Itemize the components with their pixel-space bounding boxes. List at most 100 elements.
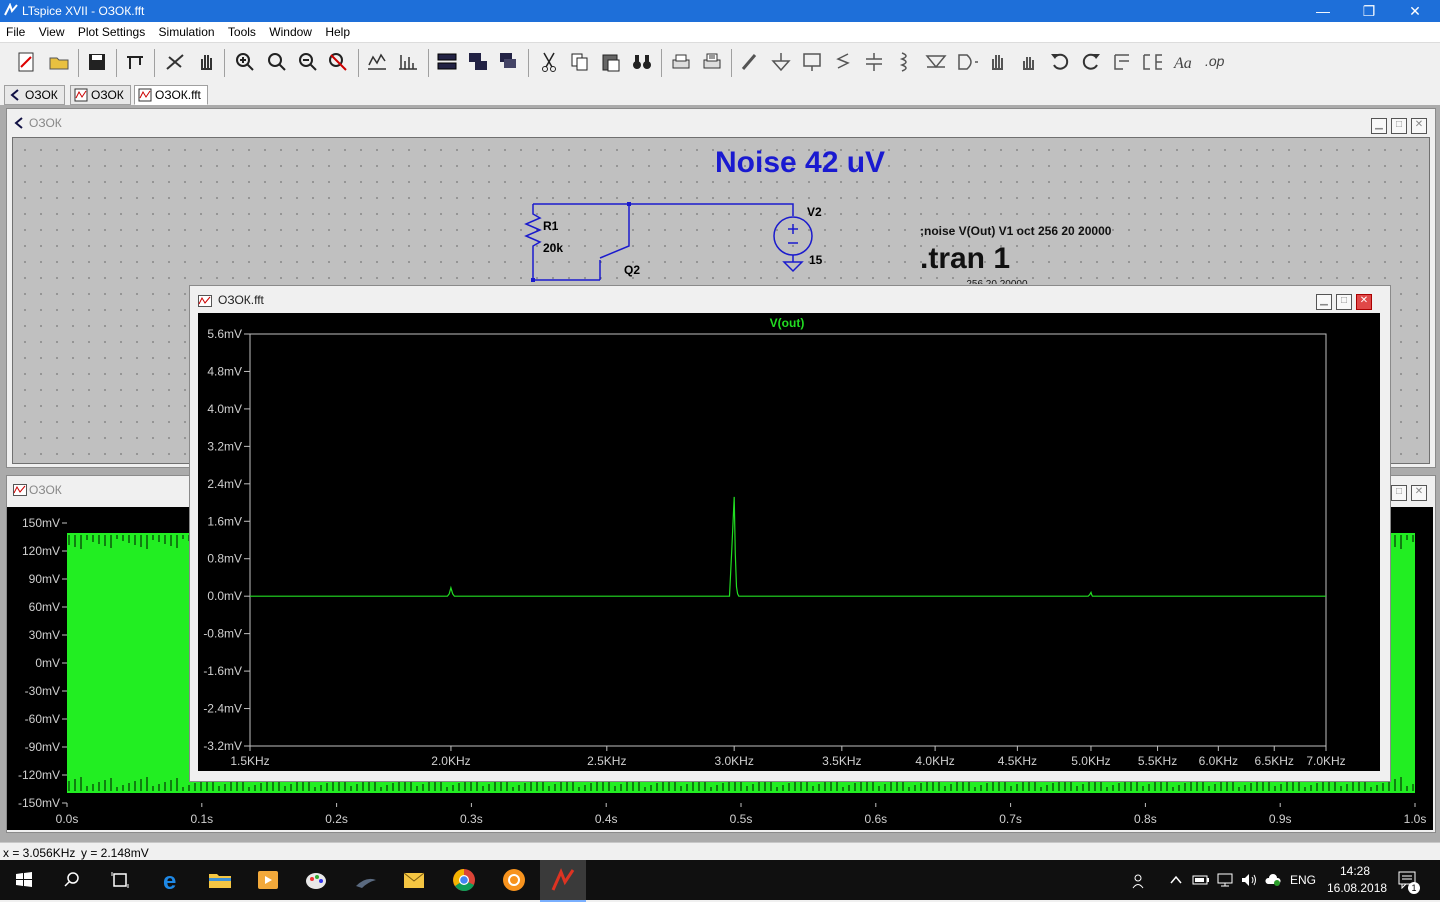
tab-waveform[interactable]: ОЗОК xyxy=(70,85,131,105)
menu-file[interactable]: File xyxy=(2,22,29,39)
zoom-out-icon[interactable] xyxy=(297,51,319,73)
v2-value[interactable]: 15 xyxy=(809,253,822,267)
pen-app-icon[interactable] xyxy=(352,866,380,894)
cloud-sync-icon[interactable] xyxy=(1264,872,1282,888)
autorange-icon[interactable] xyxy=(366,51,388,73)
redo-icon[interactable] xyxy=(1080,51,1102,73)
close-button[interactable]: ✕ xyxy=(1392,0,1438,22)
media-player-icon[interactable] xyxy=(254,866,282,894)
zoom-in-icon[interactable] xyxy=(234,51,256,73)
tran-directive[interactable]: .tran 1 xyxy=(920,242,1010,276)
component-icon[interactable] xyxy=(956,51,978,73)
fft-y-tick-label: 4.0mV xyxy=(207,402,242,416)
resistor-icon[interactable] xyxy=(832,51,854,73)
fft-icon[interactable] xyxy=(397,51,419,73)
schematic-window-titlebar: ОЗОК ▁ □ ✕ xyxy=(7,109,1435,135)
inductor-icon[interactable] xyxy=(894,51,916,73)
chevron-up-icon[interactable] xyxy=(1168,872,1184,888)
ground-icon[interactable] xyxy=(770,51,792,73)
v2-label[interactable]: V2 xyxy=(807,205,822,219)
text-icon[interactable]: Aa xyxy=(1173,51,1195,73)
zoom-area-icon[interactable] xyxy=(266,51,288,73)
run-icon[interactable] xyxy=(164,51,186,73)
cascade-icon[interactable] xyxy=(467,51,489,73)
open-folder-icon[interactable] xyxy=(48,51,70,73)
spice-directive-icon[interactable]: .op xyxy=(1204,51,1226,73)
menu-help[interactable]: Help xyxy=(321,22,354,39)
undo-icon[interactable] xyxy=(1049,51,1071,73)
clock-time[interactable]: 14:28 xyxy=(1340,864,1370,878)
r1-label[interactable]: R1 xyxy=(543,219,558,233)
copy-icon[interactable] xyxy=(569,51,591,73)
schematic-maximize-button[interactable]: □ xyxy=(1391,118,1407,134)
language-indicator[interactable]: ENG xyxy=(1290,873,1316,887)
menu-plot-settings[interactable]: Plot Settings xyxy=(74,22,149,39)
mirror-icon[interactable] xyxy=(1142,51,1164,73)
menu-tools[interactable]: Tools xyxy=(224,22,260,39)
move-hand-icon[interactable] xyxy=(987,51,1009,73)
fft-plot[interactable]: V(out) 5.6mV 4.8mV 4.0mV 3.2mV 2.4mV 1.6mV 0.8… xyxy=(198,313,1380,771)
edge-browser-icon[interactable]: e xyxy=(158,866,186,894)
fft-trace-title[interactable]: V(out) xyxy=(770,316,805,330)
file-explorer-icon[interactable] xyxy=(206,866,234,894)
capacitor-icon[interactable] xyxy=(863,51,885,73)
wave-y-tick-label: 0mV xyxy=(35,656,60,670)
new-schematic-icon[interactable] xyxy=(16,51,38,73)
tile-vertical-icon[interactable] xyxy=(498,51,520,73)
zoom-fit-icon[interactable] xyxy=(327,51,349,73)
battery-icon[interactable] xyxy=(1192,872,1210,888)
cut-icon[interactable] xyxy=(538,51,560,73)
fft-x-tick-label: 5.5KHz xyxy=(1138,754,1177,768)
fft-x-tick-label: 2.0KHz xyxy=(431,754,470,768)
minimize-button[interactable]: — xyxy=(1300,0,1346,22)
tile-horizontal-icon[interactable] xyxy=(436,51,458,73)
tab-schematic[interactable]: ОЗОК xyxy=(4,85,65,105)
fft-close-button[interactable]: ✕ xyxy=(1356,294,1372,310)
task-view-icon[interactable] xyxy=(106,866,134,894)
restore-button[interactable]: ❐ xyxy=(1346,0,1392,22)
people-icon[interactable] xyxy=(1130,872,1148,890)
find-binoculars-icon[interactable] xyxy=(631,51,653,73)
fft-maximize-button[interactable]: □ xyxy=(1336,294,1352,310)
paint-app-icon[interactable] xyxy=(302,866,330,894)
windows-start-icon[interactable] xyxy=(10,866,38,894)
noise-directive[interactable]: ;noise V(Out) V1 oct 256 20 20000 xyxy=(920,224,1111,238)
schematic-close-button[interactable]: ✕ xyxy=(1411,118,1427,134)
paste-icon[interactable] xyxy=(600,51,622,73)
mail-app-icon[interactable] xyxy=(400,866,428,894)
tab-label: ОЗОК xyxy=(25,88,58,102)
control-panel-icon[interactable] xyxy=(124,51,146,73)
pan-hand-icon[interactable] xyxy=(196,51,218,73)
r1-value[interactable]: 20k xyxy=(543,241,563,255)
menu-simulation[interactable]: Simulation xyxy=(155,22,219,39)
schematic-minimize-button[interactable]: ▁ xyxy=(1371,118,1387,134)
volume-icon[interactable] xyxy=(1240,872,1258,888)
wave-x-tick-label: 0.8s xyxy=(1134,812,1157,826)
save-icon[interactable] xyxy=(86,51,108,73)
waveform-maximize-button[interactable]: □ xyxy=(1391,485,1407,501)
wave-y-tick-label: 30mV xyxy=(29,628,60,642)
fft-x-tick-label: 1.5KHz xyxy=(230,754,269,768)
draw-wire-icon[interactable] xyxy=(739,51,761,73)
fft-minimize-button[interactable]: ▁ xyxy=(1316,294,1332,310)
drag-hand-icon[interactable] xyxy=(1018,51,1040,73)
search-icon[interactable] xyxy=(58,866,86,894)
network-icon[interactable] xyxy=(1216,872,1234,888)
menu-window[interactable]: Window xyxy=(265,22,316,39)
fft-x-tick-label: 6.5KHz xyxy=(1255,754,1294,768)
waveform-icon xyxy=(138,88,152,102)
print-setup-icon[interactable] xyxy=(701,51,723,73)
rotate-icon[interactable] xyxy=(1111,51,1133,73)
ltspice-taskbar-button[interactable] xyxy=(540,860,586,902)
net-label-icon[interactable] xyxy=(801,51,823,73)
orange-app-icon[interactable] xyxy=(500,866,528,894)
chrome-icon[interactable] xyxy=(450,866,478,894)
tab-fft[interactable]: ОЗОК.fft xyxy=(134,85,208,105)
waveform-close-button[interactable]: ✕ xyxy=(1411,485,1427,501)
clock-date[interactable]: 16.08.2018 xyxy=(1327,881,1387,895)
diode-icon[interactable] xyxy=(925,51,947,73)
menu-view[interactable]: View xyxy=(35,22,69,39)
wave-x-tick-label: 0.0s xyxy=(56,812,79,826)
q2-label[interactable]: Q2 xyxy=(624,263,640,277)
print-icon[interactable] xyxy=(670,51,692,73)
